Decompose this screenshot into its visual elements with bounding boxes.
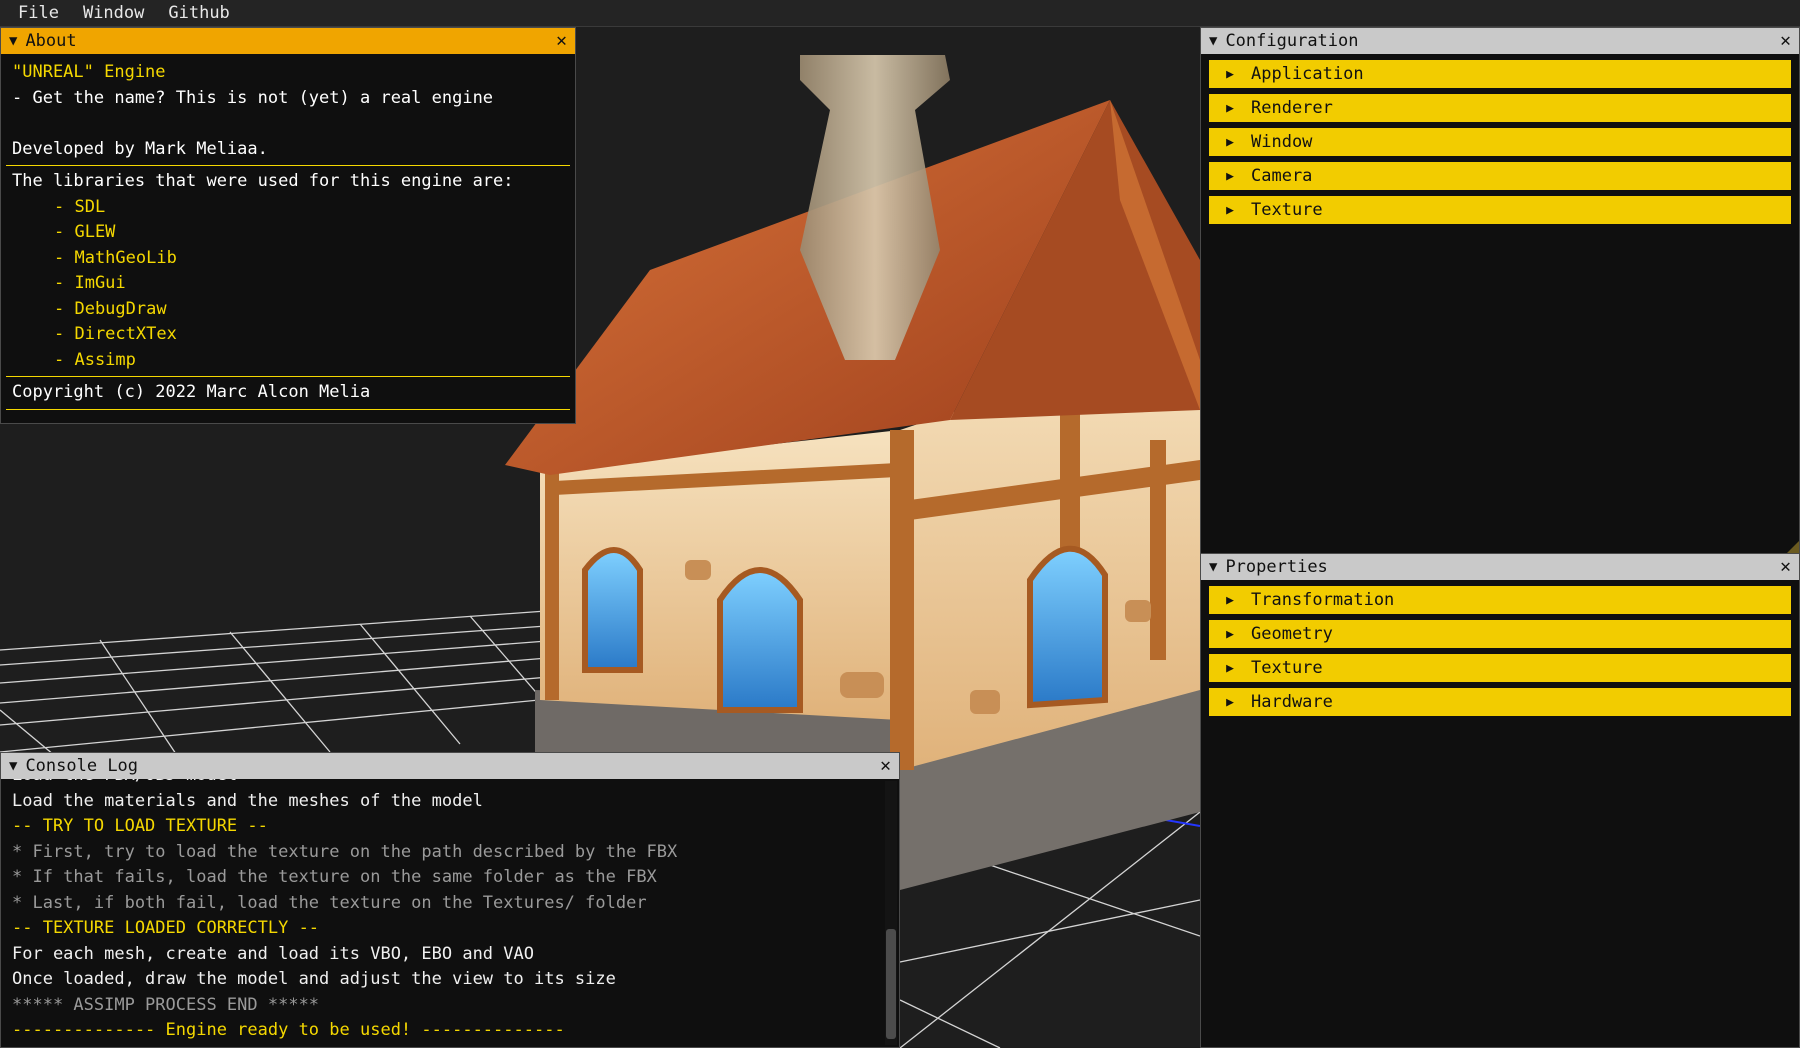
section-texture[interactable]: ▶ Texture	[1209, 654, 1791, 682]
console-line: Once loaded, draw the model and adjust t…	[12, 969, 616, 989]
scrollbar-thumb[interactable]	[886, 929, 896, 1039]
about-titlebar[interactable]: ▼ About ✕	[1, 28, 575, 54]
console-line: * If that fails, load the texture on the…	[12, 867, 657, 887]
configuration-titlebar[interactable]: ▼ Configuration ✕	[1201, 28, 1799, 54]
properties-panel: ▼ Properties ✕ ▶ Transformation ▶ Geometry…	[1200, 553, 1800, 1048]
console-title: Console Log	[25, 756, 139, 776]
close-icon[interactable]: ✕	[1780, 554, 1791, 580]
library-link-sdl[interactable]: - SDL	[12, 195, 564, 221]
console-panel: ▼ Console Log ✕ Load the FBX/OBJ model L…	[0, 752, 900, 1048]
about-panel: ▼ About ✕ "UNREAL" Engine - Get the name…	[0, 27, 576, 424]
section-label: Texture	[1251, 658, 1323, 678]
resize-grip[interactable]	[1787, 541, 1799, 553]
triangle-right-icon: ▶	[1226, 202, 1234, 218]
properties-title: Properties	[1225, 557, 1328, 577]
section-renderer[interactable]: ▶ Renderer	[1209, 94, 1791, 122]
copyright: Copyright (c) 2022 Marc Alcon Melia	[12, 382, 371, 402]
library-link-directxtex[interactable]: - DirectXTex	[12, 322, 564, 348]
triangle-down-icon[interactable]: ▼	[9, 758, 17, 774]
about-engine-name: "UNREAL" Engine	[12, 62, 166, 82]
console-line: * Last, if both fail, load the texture o…	[12, 892, 647, 913]
console-line: Load the FBX/OBJ model	[12, 779, 872, 789]
console-line: -- TRY TO LOAD TEXTURE --	[12, 816, 268, 836]
about-title: About	[25, 31, 77, 51]
library-link-mathgeolib[interactable]: - MathGeoLib	[12, 246, 564, 272]
separator	[6, 376, 570, 377]
console-line: -- TEXTURE LOADED CORRECTLY --	[12, 918, 320, 938]
configuration-panel: ▼ Configuration ✕ ▶ Application ▶ Renderer…	[1200, 27, 1800, 554]
triangle-right-icon: ▶	[1226, 66, 1234, 82]
library-link-debugdraw[interactable]: - DebugDraw	[12, 297, 564, 323]
triangle-down-icon[interactable]: ▼	[1209, 559, 1217, 575]
configuration-title: Configuration	[1225, 31, 1359, 51]
console-line: -------------- Engine ready to be used! …	[12, 1020, 565, 1040]
close-icon[interactable]: ✕	[880, 753, 891, 779]
section-transformation[interactable]: ▶ Transformation	[1209, 586, 1791, 614]
console-line: For each mesh, create and load its VBO, …	[12, 943, 534, 964]
triangle-down-icon[interactable]: ▼	[1209, 33, 1217, 49]
menu-file[interactable]: File	[8, 0, 69, 27]
section-label: Transformation	[1251, 590, 1395, 610]
library-link-assimp[interactable]: - Assimp	[12, 348, 564, 374]
libraries-header: The libraries that were used for this en…	[12, 171, 514, 191]
separator	[6, 408, 570, 410]
section-label: Window	[1251, 132, 1313, 152]
console-output[interactable]: Load the FBX/OBJ model Load the material…	[1, 779, 883, 1047]
triangle-right-icon: ▶	[1226, 694, 1234, 710]
section-label: Hardware	[1251, 692, 1333, 712]
section-window[interactable]: ▶ Window	[1209, 128, 1791, 156]
console-line: Load the materials and the meshes of the…	[12, 790, 483, 811]
section-camera[interactable]: ▶ Camera	[1209, 162, 1791, 190]
section-label: Texture	[1251, 200, 1323, 220]
triangle-right-icon: ▶	[1226, 100, 1234, 116]
triangle-right-icon: ▶	[1226, 592, 1234, 608]
triangle-right-icon: ▶	[1226, 168, 1234, 184]
console-titlebar[interactable]: ▼ Console Log ✕	[1, 753, 899, 779]
section-application[interactable]: ▶ Application	[1209, 60, 1791, 88]
triangle-right-icon: ▶	[1226, 134, 1234, 150]
console-line: * First, try to load the texture on the …	[12, 841, 678, 862]
section-texture[interactable]: ▶ Texture	[1209, 196, 1791, 224]
about-tagline: - Get the name? This is not (yet) a real…	[12, 87, 494, 108]
close-icon[interactable]: ✕	[556, 28, 567, 54]
section-geometry[interactable]: ▶ Geometry	[1209, 620, 1791, 648]
section-hardware[interactable]: ▶ Hardware	[1209, 688, 1791, 716]
triangle-right-icon: ▶	[1226, 626, 1234, 642]
menu-bar: File Window Github	[0, 0, 1800, 27]
section-label: Geometry	[1251, 624, 1333, 644]
library-link-glew[interactable]: - GLEW	[12, 220, 564, 246]
triangle-down-icon[interactable]: ▼	[9, 33, 17, 49]
section-label: Application	[1251, 64, 1364, 84]
library-link-imgui[interactable]: - ImGui	[12, 271, 564, 297]
section-label: Camera	[1251, 166, 1313, 186]
triangle-right-icon: ▶	[1226, 660, 1234, 676]
console-scrollbar[interactable]	[885, 781, 897, 1045]
about-blank	[12, 111, 564, 137]
separator	[6, 165, 570, 166]
properties-titlebar[interactable]: ▼ Properties ✕	[1201, 554, 1799, 580]
close-icon[interactable]: ✕	[1780, 28, 1791, 54]
menu-github[interactable]: Github	[158, 0, 239, 27]
menu-window[interactable]: Window	[73, 0, 154, 27]
about-developer: Developed by Mark Meliaa.	[12, 138, 268, 159]
console-line: ***** ASSIMP PROCESS END *****	[12, 994, 320, 1015]
section-label: Renderer	[1251, 98, 1333, 118]
